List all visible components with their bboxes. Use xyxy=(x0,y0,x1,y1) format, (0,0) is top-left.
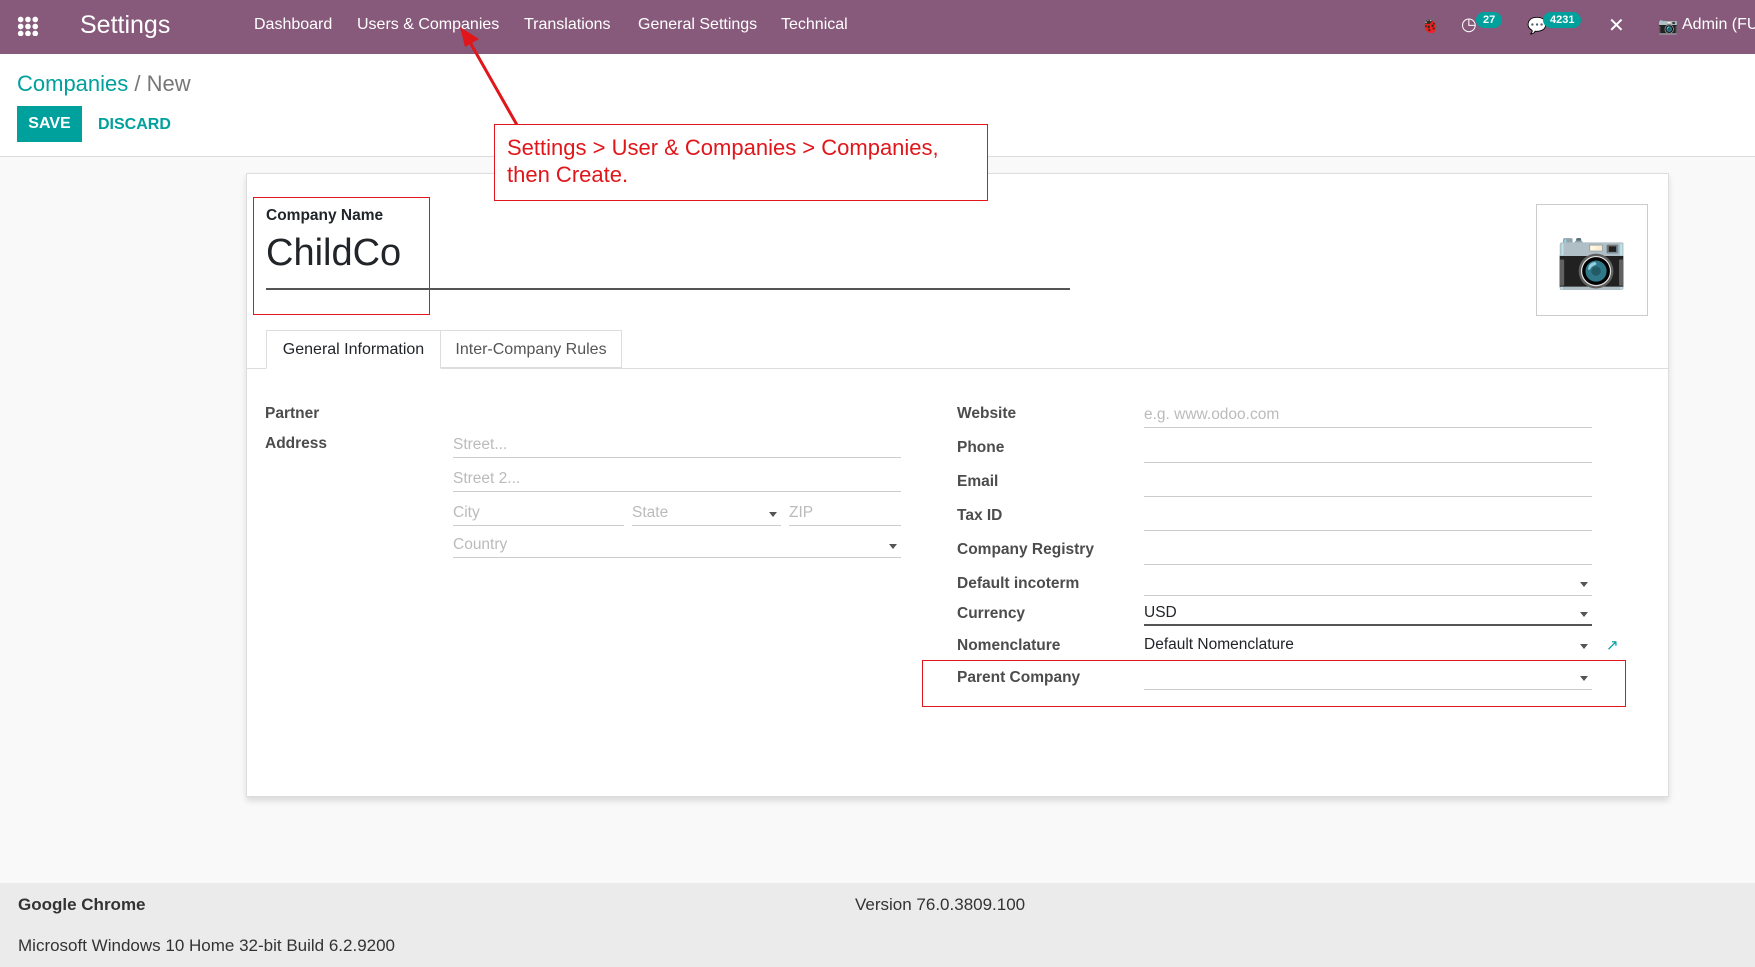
top-navbar: Settings Dashboard Users & Companies Tra… xyxy=(0,0,1755,54)
taxid-label: Tax ID xyxy=(957,507,1003,524)
breadcrumb-companies[interactable]: Companies xyxy=(17,71,128,96)
company-registry-label: Company Registry xyxy=(957,541,1094,558)
menu-technical[interactable]: Technical xyxy=(781,16,848,34)
phone-label: Phone xyxy=(957,439,1005,456)
breadcrumb-separator: / xyxy=(134,71,141,96)
app-title: Settings xyxy=(80,11,171,39)
activity-badge: 27 xyxy=(1476,12,1503,28)
menu-translations[interactable]: Translations xyxy=(524,16,611,34)
browser-name: Google Chrome xyxy=(18,895,146,914)
discard-button[interactable]: DISCARD xyxy=(98,116,171,134)
zip-input[interactable]: ZIP xyxy=(789,502,901,526)
currency-value: USD xyxy=(1144,604,1177,621)
annotation-arrow xyxy=(460,27,519,126)
nomenclature-select[interactable]: Default Nomenclature xyxy=(1144,634,1592,658)
partner-label: Partner xyxy=(265,405,320,422)
chevron-down-icon xyxy=(1580,612,1588,617)
user-avatar-icon: 📷 xyxy=(1658,18,1678,35)
company-registry-input[interactable] xyxy=(1144,541,1592,565)
email-input[interactable] xyxy=(1144,473,1592,497)
apps-menu-icon[interactable] xyxy=(17,16,39,36)
incoterm-label: Default incoterm xyxy=(957,575,1080,592)
menu-general-settings[interactable]: General Settings xyxy=(638,16,757,34)
activity-clock-icon[interactable]: ◷ xyxy=(1461,14,1477,35)
email-label: Email xyxy=(957,473,999,490)
user-menu[interactable]: Admin (FU xyxy=(1682,16,1755,34)
browser-version: Version 76.0.3809.100 xyxy=(855,895,1026,914)
os-info: Microsoft Windows 10 Home 32-bit Build 6… xyxy=(18,936,396,955)
nomenclature-value: Default Nomenclature xyxy=(1144,636,1294,653)
incoterm-select[interactable] xyxy=(1144,572,1592,596)
street-input[interactable]: Street... xyxy=(453,434,901,458)
external-link-icon[interactable]: ↗ xyxy=(1606,636,1619,654)
address-label: Address xyxy=(265,435,328,452)
street2-input[interactable]: Street 2... xyxy=(453,468,901,492)
chevron-down-icon xyxy=(769,512,777,517)
menu-dashboard[interactable]: Dashboard xyxy=(254,16,332,34)
messages-badge: 4231 xyxy=(1543,12,1582,28)
country-select[interactable]: Country xyxy=(453,534,901,558)
tab-general-information[interactable]: General Information xyxy=(266,330,441,369)
camera-plus-icon: 📷 xyxy=(1555,226,1629,291)
chevron-down-icon xyxy=(1580,644,1588,649)
city-input[interactable]: City xyxy=(453,502,624,526)
save-button[interactable]: SAVE xyxy=(17,106,82,142)
system-info-footer: Google Chrome Version 76.0.3809.100 Micr… xyxy=(0,883,1755,967)
state-select[interactable]: State xyxy=(632,502,781,526)
debug-bug-icon[interactable]: 🐞 xyxy=(1420,16,1440,36)
parent-company-highlight xyxy=(922,660,1626,707)
state-placeholder: State xyxy=(632,504,669,521)
breadcrumb: Companies / New xyxy=(17,71,191,97)
tools-icon[interactable]: ✕ xyxy=(1608,13,1625,38)
website-input[interactable]: e.g. www.odoo.com xyxy=(1144,404,1592,428)
chevron-down-icon xyxy=(889,544,897,549)
breadcrumb-current: New xyxy=(146,71,191,96)
website-label: Website xyxy=(957,405,1017,422)
tab-inter-company-rules[interactable]: Inter-Company Rules xyxy=(441,330,622,368)
chevron-down-icon xyxy=(1580,582,1588,587)
logo-upload[interactable]: 📷 xyxy=(1536,204,1648,316)
country-placeholder: Country xyxy=(453,536,508,553)
annotation-text: Settings > User & Companies > Companies,… xyxy=(507,135,939,187)
currency-select[interactable]: USD xyxy=(1144,602,1592,626)
phone-input[interactable] xyxy=(1144,439,1592,463)
nomenclature-label: Nomenclature xyxy=(957,637,1061,654)
annotation-callout: Settings > User & Companies > Companies,… xyxy=(494,124,988,201)
taxid-input[interactable] xyxy=(1144,507,1592,531)
currency-label: Currency xyxy=(957,605,1026,622)
company-name-highlight xyxy=(253,197,430,315)
